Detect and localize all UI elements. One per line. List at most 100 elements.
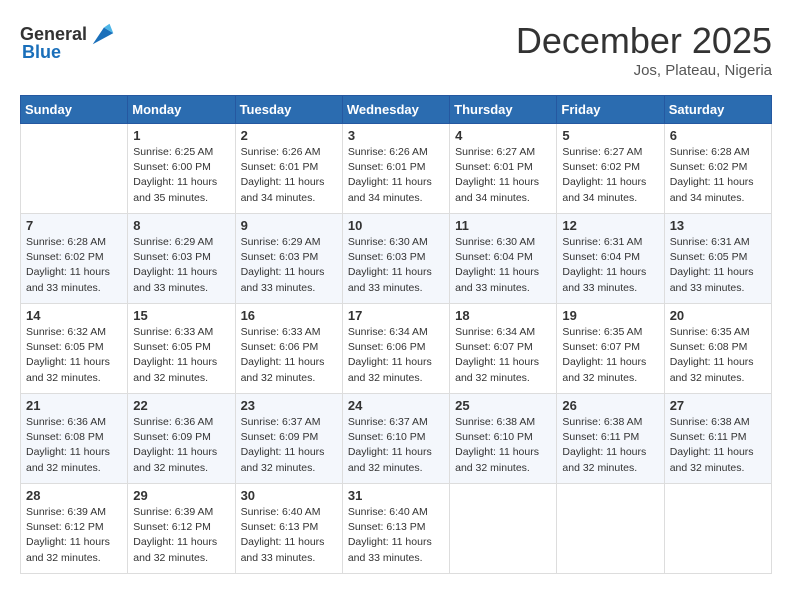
day-info: Sunrise: 6:38 AM Sunset: 6:11 PM Dayligh… [670,415,766,476]
day-number: 8 [133,218,229,233]
calendar-cell: 28 Sunrise: 6:39 AM Sunset: 6:12 PM Dayli… [21,484,128,574]
day-of-week-header: Wednesday [342,96,449,124]
day-info: Sunrise: 6:37 AM Sunset: 6:10 PM Dayligh… [348,415,444,476]
day-number: 25 [455,398,551,413]
calendar-cell: 24 Sunrise: 6:37 AM Sunset: 6:10 PM Dayli… [342,394,449,484]
day-info: Sunrise: 6:36 AM Sunset: 6:08 PM Dayligh… [26,415,122,476]
calendar-cell: 23 Sunrise: 6:37 AM Sunset: 6:09 PM Dayli… [235,394,342,484]
day-info: Sunrise: 6:26 AM Sunset: 6:01 PM Dayligh… [348,145,444,206]
day-info: Sunrise: 6:38 AM Sunset: 6:11 PM Dayligh… [562,415,658,476]
logo: General Blue [20,20,117,63]
calendar-cell: 29Sunrise: 6:39 AM Sunset: 6:12 PM Dayli… [128,484,235,574]
day-info: Sunrise: 6:33 AM Sunset: 6:06 PM Dayligh… [241,325,337,386]
day-info: Sunrise: 6:28 AM Sunset: 6:02 PM Dayligh… [26,235,122,296]
calendar-cell: 9Sunrise: 6:29 AM Sunset: 6:03 PM Daylig… [235,214,342,304]
day-of-week-header: Monday [128,96,235,124]
location-subtitle: Jos, Plateau, Nigeria [516,62,772,79]
day-number: 19 [562,308,658,323]
day-of-week-header: Tuesday [235,96,342,124]
day-number: 26 [562,398,658,413]
day-number: 5 [562,128,658,143]
calendar-body: 1 Sunrise: 6:25 AM Sunset: 6:00 PM Daylig… [21,124,772,574]
day-info: Sunrise: 6:40 AM Sunset: 6:13 PM Dayligh… [241,505,337,566]
day-info: Sunrise: 6:28 AM Sunset: 6:02 PM Dayligh… [670,145,766,206]
calendar-cell: 21 Sunrise: 6:36 AM Sunset: 6:08 PM Dayli… [21,394,128,484]
logo-blue-text: Blue [22,42,61,63]
day-info: Sunrise: 6:29 AM Sunset: 6:03 PM Dayligh… [133,235,229,296]
day-number: 17 [348,308,444,323]
calendar-cell: 15Sunrise: 6:33 AM Sunset: 6:05 PM Dayli… [128,304,235,394]
day-of-week-header: Thursday [450,96,557,124]
day-number: 27 [670,398,766,413]
day-info: Sunrise: 6:40 AM Sunset: 6:13 PM Dayligh… [348,505,444,566]
day-of-week-header: Sunday [21,96,128,124]
calendar-week-row: 28 Sunrise: 6:39 AM Sunset: 6:12 PM Dayli… [21,484,772,574]
day-number: 3 [348,128,444,143]
day-info: Sunrise: 6:32 AM Sunset: 6:05 PM Dayligh… [26,325,122,386]
day-number: 14 [26,308,122,323]
calendar-cell: 7 Sunrise: 6:28 AM Sunset: 6:02 PM Daylig… [21,214,128,304]
day-info: Sunrise: 6:30 AM Sunset: 6:04 PM Dayligh… [455,235,551,296]
calendar-cell [450,484,557,574]
day-info: Sunrise: 6:39 AM Sunset: 6:12 PM Dayligh… [133,505,229,566]
month-year-title: December 2025 [516,20,772,62]
day-number: 18 [455,308,551,323]
day-number: 7 [26,218,122,233]
calendar-cell: 4 Sunrise: 6:27 AM Sunset: 6:01 PM Daylig… [450,124,557,214]
calendar-cell: 26 Sunrise: 6:38 AM Sunset: 6:11 PM Dayli… [557,394,664,484]
day-info: Sunrise: 6:36 AM Sunset: 6:09 PM Dayligh… [133,415,229,476]
day-number: 1 [133,128,229,143]
calendar-cell: 25 Sunrise: 6:38 AM Sunset: 6:10 PM Dayli… [450,394,557,484]
calendar-cell: 1 Sunrise: 6:25 AM Sunset: 6:00 PM Daylig… [128,124,235,214]
logo-icon [89,20,117,48]
calendar-cell: 27 Sunrise: 6:38 AM Sunset: 6:11 PM Dayli… [664,394,771,484]
day-info: Sunrise: 6:27 AM Sunset: 6:01 PM Dayligh… [455,145,551,206]
day-info: Sunrise: 6:27 AM Sunset: 6:02 PM Dayligh… [562,145,658,206]
day-info: Sunrise: 6:34 AM Sunset: 6:07 PM Dayligh… [455,325,551,386]
day-number: 24 [348,398,444,413]
day-number: 31 [348,488,444,503]
day-info: Sunrise: 6:35 AM Sunset: 6:08 PM Dayligh… [670,325,766,386]
calendar-cell: 2 Sunrise: 6:26 AM Sunset: 6:01 PM Daylig… [235,124,342,214]
day-number: 20 [670,308,766,323]
day-info: Sunrise: 6:30 AM Sunset: 6:03 PM Dayligh… [348,235,444,296]
day-number: 30 [241,488,337,503]
day-number: 10 [348,218,444,233]
calendar-cell [557,484,664,574]
day-info: Sunrise: 6:34 AM Sunset: 6:06 PM Dayligh… [348,325,444,386]
day-number: 2 [241,128,337,143]
day-info: Sunrise: 6:35 AM Sunset: 6:07 PM Dayligh… [562,325,658,386]
day-number: 21 [26,398,122,413]
day-number: 22 [133,398,229,413]
calendar-cell: 30 Sunrise: 6:40 AM Sunset: 6:13 PM Dayli… [235,484,342,574]
day-info: Sunrise: 6:31 AM Sunset: 6:04 PM Dayligh… [562,235,658,296]
day-number: 28 [26,488,122,503]
day-of-week-header: Saturday [664,96,771,124]
calendar-week-row: 21 Sunrise: 6:36 AM Sunset: 6:08 PM Dayli… [21,394,772,484]
day-number: 6 [670,128,766,143]
day-of-week-header: Friday [557,96,664,124]
calendar-cell: 12 Sunrise: 6:31 AM Sunset: 6:04 PM Dayli… [557,214,664,304]
day-info: Sunrise: 6:38 AM Sunset: 6:10 PM Dayligh… [455,415,551,476]
day-info: Sunrise: 6:25 AM Sunset: 6:00 PM Dayligh… [133,145,229,206]
calendar-cell [664,484,771,574]
day-number: 13 [670,218,766,233]
calendar-week-row: 7 Sunrise: 6:28 AM Sunset: 6:02 PM Daylig… [21,214,772,304]
day-info: Sunrise: 6:39 AM Sunset: 6:12 PM Dayligh… [26,505,122,566]
days-of-week-row: SundayMondayTuesdayWednesdayThursdayFrid… [21,96,772,124]
day-number: 15 [133,308,229,323]
calendar-header: SundayMondayTuesdayWednesdayThursdayFrid… [21,96,772,124]
day-number: 23 [241,398,337,413]
day-info: Sunrise: 6:37 AM Sunset: 6:09 PM Dayligh… [241,415,337,476]
calendar-cell: 16Sunrise: 6:33 AM Sunset: 6:06 PM Dayli… [235,304,342,394]
calendar-cell: 19 Sunrise: 6:35 AM Sunset: 6:07 PM Dayli… [557,304,664,394]
calendar-week-row: 14 Sunrise: 6:32 AM Sunset: 6:05 PM Dayli… [21,304,772,394]
day-info: Sunrise: 6:26 AM Sunset: 6:01 PM Dayligh… [241,145,337,206]
calendar-cell: 31 Sunrise: 6:40 AM Sunset: 6:13 PM Dayli… [342,484,449,574]
calendar-cell: 10 Sunrise: 6:30 AM Sunset: 6:03 PM Dayli… [342,214,449,304]
day-number: 4 [455,128,551,143]
day-info: Sunrise: 6:29 AM Sunset: 6:03 PM Dayligh… [241,235,337,296]
day-number: 12 [562,218,658,233]
calendar-table: SundayMondayTuesdayWednesdayThursdayFrid… [20,95,772,574]
calendar-cell: 5 Sunrise: 6:27 AM Sunset: 6:02 PM Daylig… [557,124,664,214]
